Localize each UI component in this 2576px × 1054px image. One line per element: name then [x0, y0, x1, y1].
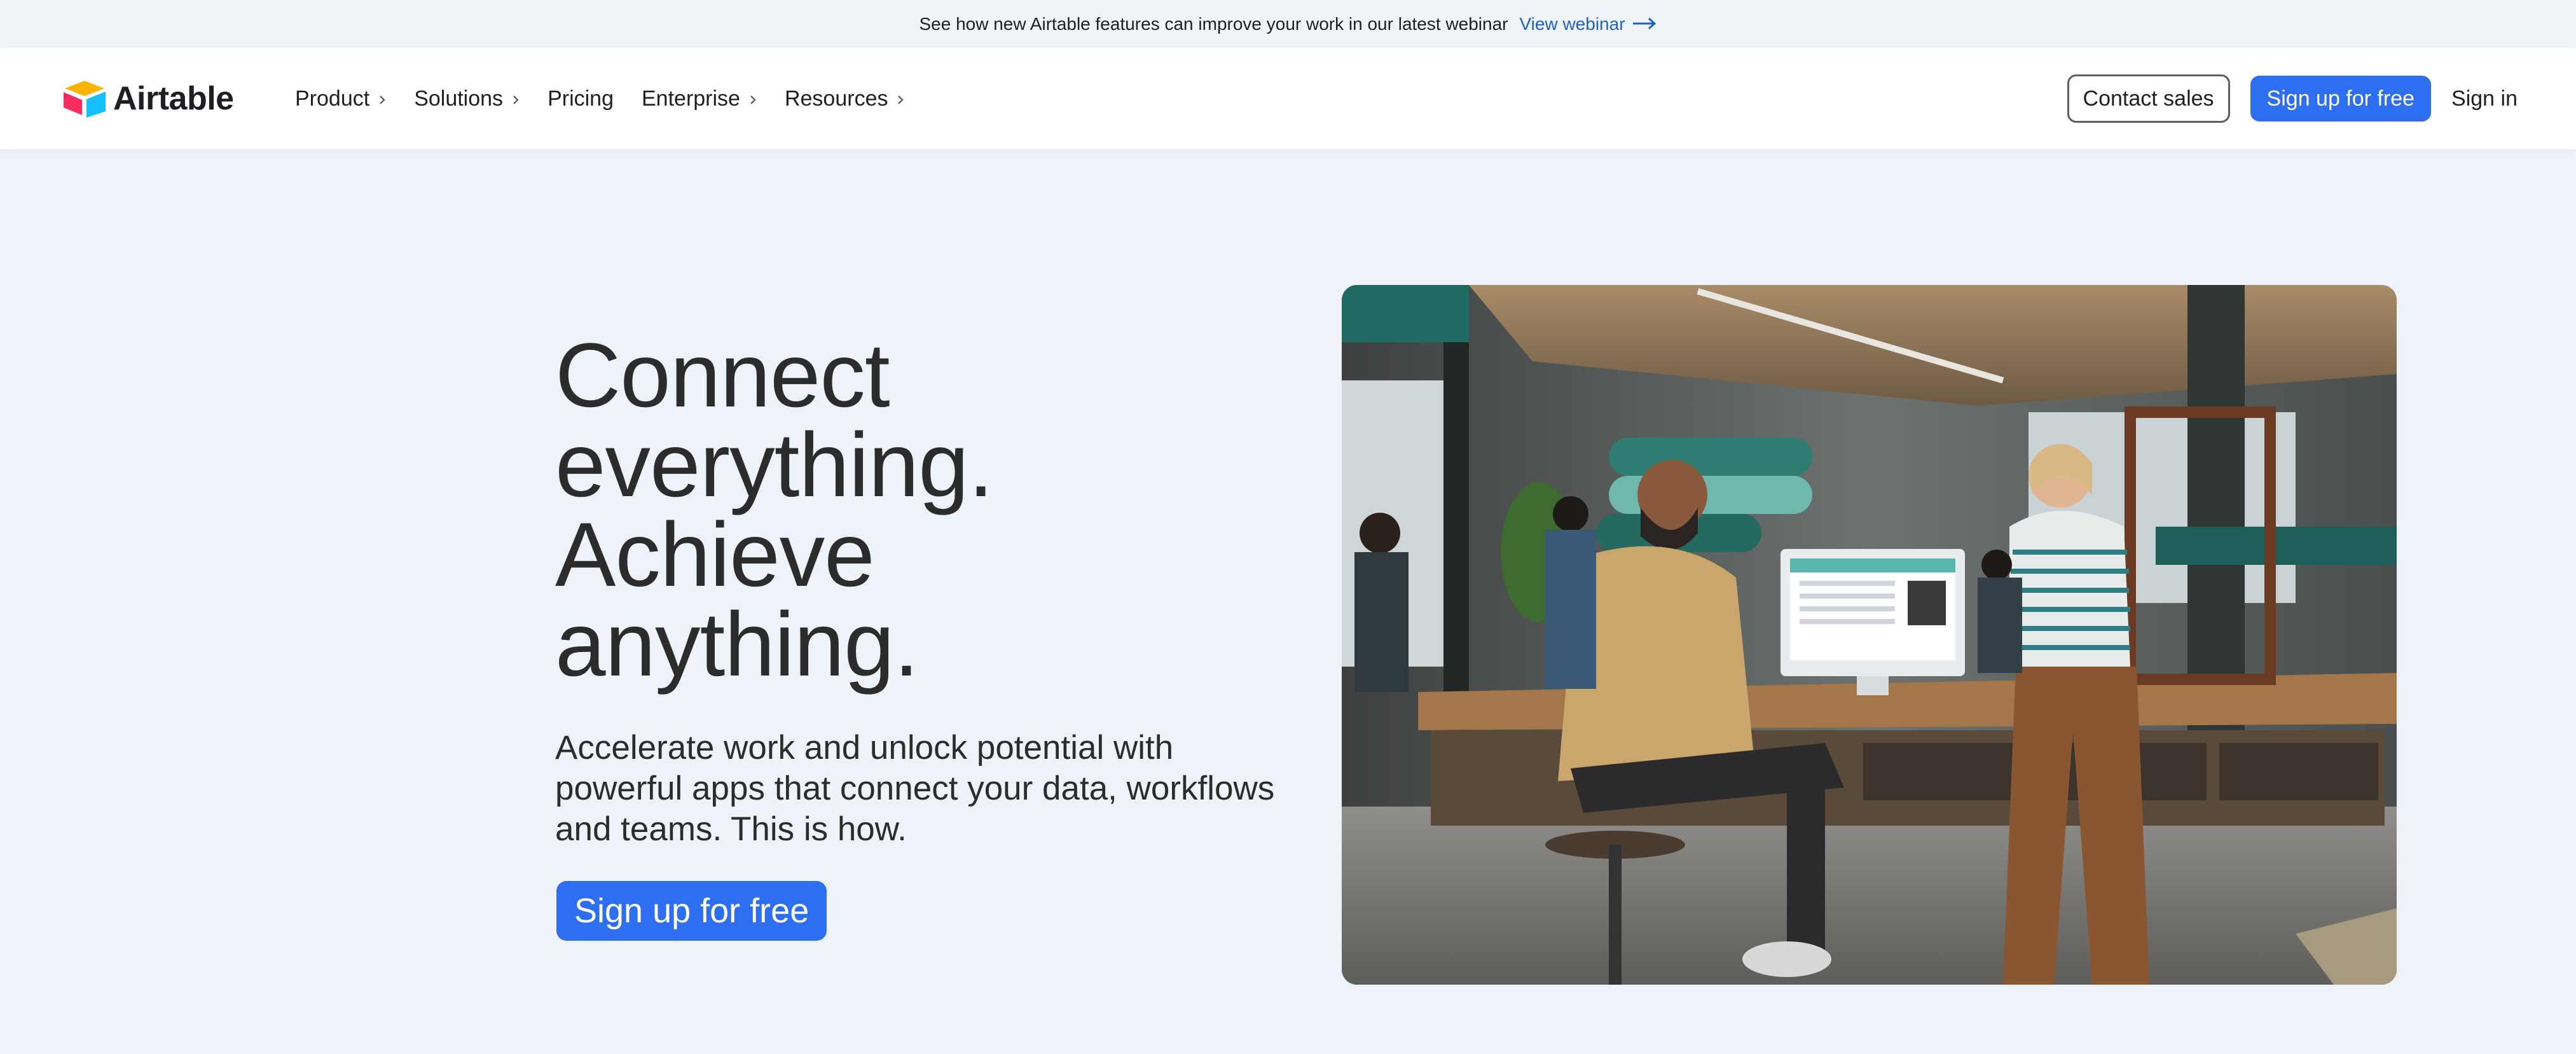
nav-item-label: Solutions: [414, 86, 504, 111]
headline-line: Achieve: [555, 504, 875, 606]
nav-item-solutions[interactable]: Solutions: [414, 87, 520, 111]
nav-item-pricing[interactable]: Pricing: [548, 87, 614, 111]
sign-in-link[interactable]: Sign in: [2451, 87, 2517, 111]
airtable-logo[interactable]: Airtable: [62, 80, 234, 118]
nav-item-resources[interactable]: Resources: [785, 87, 905, 111]
nav-item-label: Product: [295, 86, 370, 111]
nav-actions: Contact sales Sign up for free Sign in: [2067, 48, 2517, 149]
logo-wordmark: Airtable: [113, 80, 234, 117]
hero-image: [1342, 285, 2397, 985]
announcement-bar: See how new Airtable features can improv…: [0, 0, 2576, 48]
main-nav: Airtable Product Solutions Pricing Enter…: [0, 48, 2576, 150]
nav-item-label: Pricing: [548, 86, 614, 111]
chevron-right-icon: [749, 87, 757, 111]
hero-subheadline: Accelerate work and unlock potential wit…: [555, 729, 1275, 848]
chevron-right-icon: [512, 87, 520, 111]
chevron-right-icon: [378, 87, 386, 111]
nav-item-product[interactable]: Product: [295, 87, 386, 111]
announcement-message: See how new Airtable features can improv…: [919, 13, 1508, 34]
hero-sign-up-button[interactable]: Sign up for free: [556, 881, 827, 941]
airtable-logo-icon: [62, 80, 107, 118]
contact-sales-button[interactable]: Contact sales: [2067, 74, 2230, 123]
view-webinar-label: View webinar: [1519, 13, 1625, 34]
headline-line: everything.: [555, 415, 994, 516]
sign-up-button[interactable]: Sign up for free: [2250, 76, 2432, 121]
headline-line: Connect: [555, 325, 890, 426]
chevron-right-icon: [897, 87, 904, 111]
hero-text: Connect everything. Achieve anything. Ac…: [555, 325, 1318, 850]
view-webinar-link[interactable]: View webinar: [1520, 14, 1657, 34]
hero-headline: Connect everything. Achieve anything.: [555, 325, 1318, 695]
nav-item-label: Enterprise: [642, 86, 740, 111]
arrow-right-icon: [1632, 14, 1657, 34]
headline-line: anything.: [555, 594, 919, 695]
nav-item-label: Resources: [784, 86, 888, 111]
nav-menu: Product Solutions Pricing Enterprise Res…: [295, 48, 932, 149]
nav-item-enterprise[interactable]: Enterprise: [642, 87, 757, 111]
